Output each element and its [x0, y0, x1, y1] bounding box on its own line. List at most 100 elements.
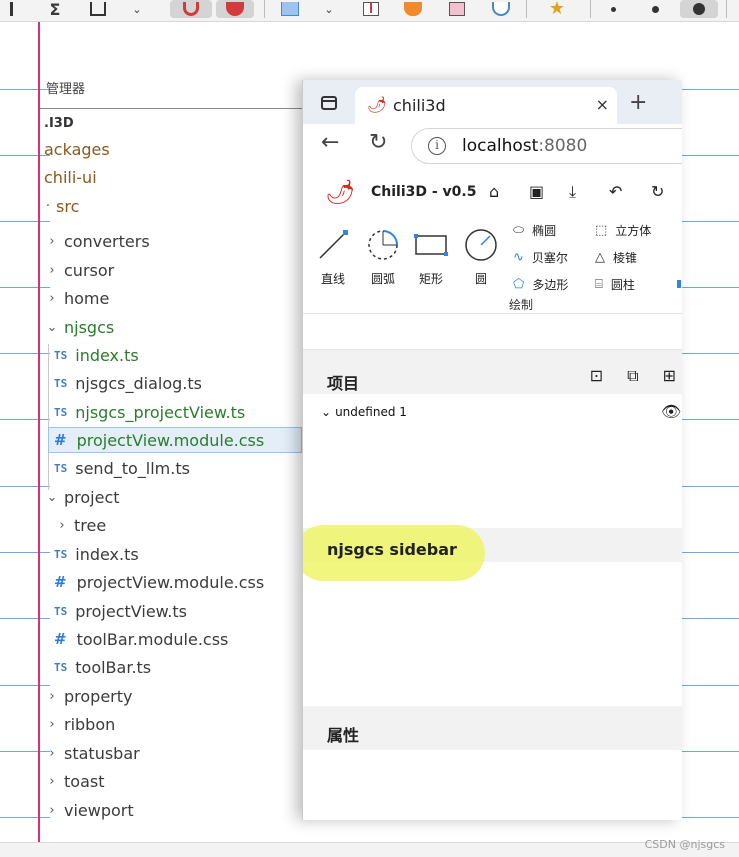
guide-line	[682, 817, 739, 818]
tree-item-viewport[interactable]: › viewport	[46, 797, 133, 823]
url-port: :8080	[538, 136, 588, 156]
typescript-icon: TS	[54, 604, 68, 618]
top-toolbar: Σ ⌄ ⌄ ★	[0, 0, 739, 22]
bezier-button[interactable]: ∿ 贝塞尔	[513, 249, 568, 266]
tree-item-file[interactable]: TS projectView.ts	[54, 598, 187, 624]
sum-icon[interactable]: Σ	[46, 0, 64, 19]
download-icon[interactable]: ⤓	[569, 182, 576, 202]
box-label: 立方体	[615, 224, 652, 238]
ribbon: 直线 圆弧 矩形 圆 ⬭ 椭圆 ∿ 贝塞尔 ⬠ 多边形 ⬚ 立方体 △ 棱锥 ⌸ 圆柱 绘制	[303, 218, 682, 314]
ribbon-scroll-indicator[interactable]	[677, 280, 681, 288]
tree-item-file[interactable]: TS index.ts	[54, 342, 139, 368]
dropdown-icon-2[interactable]: ⌄	[322, 0, 336, 18]
cube-icon: ⬚	[595, 223, 608, 238]
tree-item-label: toolBar.ts	[75, 657, 152, 677]
tree-root[interactable]: .I3D	[44, 110, 74, 136]
url-input[interactable]: i localhost:8080	[411, 128, 682, 164]
box-button[interactable]: ⬚ 立方体	[595, 222, 651, 239]
typescript-icon: TS	[54, 547, 68, 561]
draw-icon[interactable]	[446, 0, 468, 18]
tree-item-statusbar[interactable]: › statusbar	[46, 740, 140, 766]
new-tab-button[interactable]: +	[629, 90, 647, 115]
tree-item-label: statusbar	[64, 743, 140, 763]
clock-icon[interactable]	[490, 0, 512, 18]
arc-button[interactable]: 圆弧	[361, 228, 405, 287]
chevron-right-icon: ›	[49, 802, 55, 818]
add-icon[interactable]: ⊞	[663, 366, 676, 386]
save-icon[interactable]: ▣	[529, 182, 544, 201]
ellipse-button[interactable]: ⬭ 椭圆	[513, 222, 556, 239]
polygon-button[interactable]: ⬠ 多边形	[513, 276, 568, 293]
dot-icon-3[interactable]	[680, 0, 718, 18]
tree-item-file[interactable]: # toolBar.module.css	[54, 626, 228, 652]
toolbar-glyph-1[interactable]	[6, 0, 16, 18]
tree-item-label: projectView.module.css	[76, 430, 265, 450]
snap-icon[interactable]	[216, 0, 254, 18]
tree-item-label: project	[64, 487, 120, 507]
cylinder-button[interactable]: ⌸ 圆柱	[595, 276, 635, 293]
window-icon[interactable]	[321, 96, 337, 110]
tree-item-converters[interactable]: › converters	[46, 228, 149, 254]
tree-item-file[interactable]: TS toolBar.ts	[54, 654, 151, 680]
home-icon[interactable]: ⌂	[489, 182, 499, 201]
new-folder-icon[interactable]: ⊡	[590, 366, 603, 386]
tree-item-project[interactable]: ⌄ project	[46, 484, 120, 510]
rectangle-button[interactable]: 矩形	[409, 228, 453, 287]
close-icon[interactable]: ×	[596, 95, 609, 114]
back-arrow-icon[interactable]: ←	[321, 130, 339, 155]
insert-icon[interactable]	[360, 0, 382, 18]
tree-item-ribbon[interactable]: › ribbon	[46, 711, 115, 737]
tree-item-home[interactable]: › home	[46, 285, 109, 311]
typescript-icon: TS	[54, 405, 68, 419]
reload-icon[interactable]: ↻	[369, 130, 387, 155]
property-section-header	[303, 706, 682, 750]
dot-icon-2[interactable]	[650, 0, 660, 18]
tree-item-label: chili-ui	[44, 167, 97, 187]
tree-item-label: index.ts	[75, 345, 139, 365]
browser-window: 🌶 chili3d × + ← ↻ i localhost:8080 🌶 Chi…	[302, 80, 682, 820]
file-explorer: 管理器 .I3D ackages chili-ui · src › converte…	[0, 22, 302, 842]
undo-icon[interactable]: ↶	[609, 182, 622, 201]
tree-item-file[interactable]: TS index.ts	[54, 541, 139, 567]
circle-button[interactable]: 圆	[459, 228, 503, 287]
tree-item-toast[interactable]: › toast	[46, 768, 104, 794]
browser-tab[interactable]: 🌶 chili3d ×	[355, 87, 617, 124]
magnet-icon[interactable]	[170, 0, 212, 18]
tree-item-njsgcs[interactable]: ⌄ njsgcs	[46, 314, 115, 340]
square-icon[interactable]	[88, 0, 108, 18]
ellipse-label: 椭圆	[532, 224, 557, 238]
tree-item-file-selected[interactable]: # projectView.module.css	[48, 427, 302, 453]
tree-item-tree[interactable]: › tree	[56, 512, 106, 538]
tree-item-file[interactable]: TS njsgcs_dialog.ts	[54, 370, 202, 396]
app-title: Chili3D - v0.5	[371, 184, 477, 200]
tree-item-ackages[interactable]: ackages	[44, 136, 110, 162]
tree-item-chili-ui[interactable]: chili-ui	[44, 164, 97, 190]
redo-icon[interactable]: ↻	[651, 182, 664, 201]
sidebar-title: njsgcs sidebar	[327, 540, 457, 559]
star-icon[interactable]: ★	[544, 0, 570, 18]
eye-icon[interactable]: 👁	[661, 402, 681, 421]
guide-line	[682, 552, 739, 553]
tree-item-file[interactable]: # projectView.module.css	[54, 569, 264, 595]
url-text: localhost:8080	[462, 136, 587, 156]
tree-item-file[interactable]: TS send_to_llm.ts	[54, 455, 190, 481]
dropdown-icon[interactable]: ⌄	[130, 0, 144, 18]
tree-item-file[interactable]: TS njsgcs_projectView.ts	[54, 399, 245, 425]
guide-line	[682, 89, 739, 90]
chevron-right-icon: ›	[49, 745, 55, 761]
pyramid-button[interactable]: △ 棱锥	[595, 249, 637, 266]
tree-item-src[interactable]: · src	[44, 193, 79, 219]
rectangle-select-icon[interactable]	[280, 0, 300, 18]
chevron-right-icon: ›	[49, 262, 55, 278]
polygon-label: 多边形	[532, 278, 569, 292]
project-tree-item[interactable]: ⌄ undefined 1	[321, 405, 407, 419]
status-bar	[0, 842, 739, 857]
tree-item-cursor[interactable]: › cursor	[46, 257, 114, 283]
tree-item-property[interactable]: › property	[46, 683, 132, 709]
copy-icon[interactable]: ⧉	[627, 366, 638, 386]
hand-icon[interactable]	[402, 0, 424, 18]
info-icon[interactable]: i	[428, 137, 446, 155]
dot-icon-1[interactable]	[608, 0, 618, 18]
tree-item-label: cursor	[64, 260, 115, 280]
line-button[interactable]: 直线	[311, 228, 355, 287]
